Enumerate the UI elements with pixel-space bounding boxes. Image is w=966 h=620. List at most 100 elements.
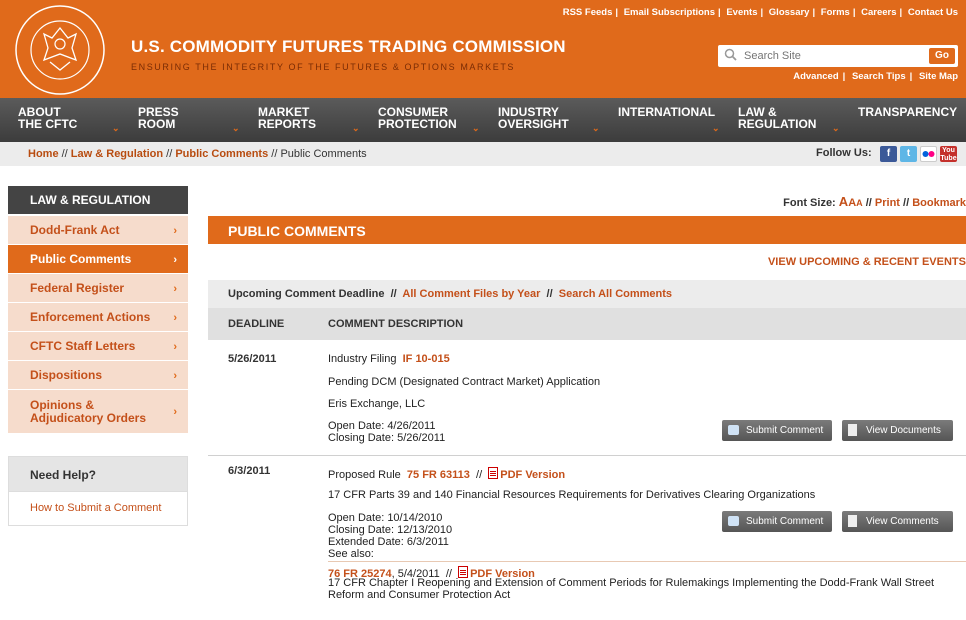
search-all-comments-link[interactable]: Search All Comments (559, 288, 672, 300)
chevron-down-icon: ⌄ (712, 123, 720, 133)
sidebar-item-public-comments[interactable]: Public Comments › (8, 245, 188, 274)
sidebar-item-label: Dispositions (30, 368, 103, 382)
nav-consumer-protection[interactable]: CONSUMER PROTECTION ⌄ (360, 98, 480, 142)
font-size-medium[interactable]: A (848, 197, 856, 209)
comment-icon (728, 516, 739, 526)
row-description: Pending DCM (Designated Contract Market)… (328, 376, 601, 388)
related-description-line-2: Reform and Consumer Protection Act (328, 589, 511, 601)
nav-law-regulation[interactable]: LAW & REGULATION ⌄ (720, 98, 840, 142)
document-icon (848, 515, 857, 527)
search-go-button[interactable]: Go (929, 48, 955, 64)
document-icon (848, 424, 857, 436)
sidebar-item-label: Opinions & Adjudicatory Orders (30, 398, 147, 425)
main-nav: ABOUT THE CFTC ⌄ PRESS ROOM ⌄ MARKET REPOR… (0, 98, 966, 142)
sidebar-item-label: Federal Register (30, 281, 125, 295)
sidebar-item-dispositions[interactable]: Dispositions › (8, 361, 188, 390)
separator: // (865, 197, 872, 209)
nav-about[interactable]: ABOUT THE CFTC ⌄ (0, 98, 120, 142)
row-see-also: See also: (328, 548, 374, 560)
sidebar-item-opinions[interactable]: Opinions & Adjudicatory Orders › (8, 390, 188, 434)
view-upcoming-events-link[interactable]: VIEW UPCOMING & RECENT EVENTS (768, 256, 966, 268)
separator: | (760, 7, 764, 18)
twitter-icon[interactable]: t (900, 146, 917, 162)
pdf-label: PDF Version (500, 469, 566, 481)
pdf-version-link[interactable]: PDF Version (488, 467, 566, 481)
facebook-icon[interactable]: f (880, 146, 897, 162)
breadcrumb-public-comments[interactable]: Public Comments (175, 148, 268, 160)
youtube-icon[interactable]: You Tube (940, 146, 957, 162)
all-comment-files-link[interactable]: All Comment Files by Year (402, 288, 540, 300)
site-header: U.S. COMMODITY FUTURES TRADING COMMISSIO… (0, 0, 966, 98)
row-open-date: Open Date: 4/26/2011 (328, 420, 436, 432)
chevron-down-icon: ⌄ (592, 123, 600, 133)
view-comments-button[interactable]: View Comments (842, 511, 953, 532)
email-subscriptions-link[interactable]: Email Subscriptions (624, 7, 715, 18)
separator: | (812, 7, 816, 18)
table-header: DEADLINE COMMENT DESCRIPTION (208, 308, 966, 340)
nav-label: CONSUMER PROTECTION (378, 105, 457, 131)
row-kind: Proposed Rule (328, 469, 401, 481)
chevron-down-icon: ⌄ (472, 123, 480, 133)
events-link[interactable]: Events (726, 7, 757, 18)
nav-label: TRANSPARENCY (858, 105, 958, 119)
row-type-line: Proposed Rule 75 FR 63113 // PDF Version (328, 466, 565, 481)
search-tips-link[interactable]: Search Tips (852, 71, 906, 82)
advanced-search-link[interactable]: Advanced (793, 71, 838, 82)
sidebar-item-label: Enforcement Actions (30, 310, 151, 324)
bookmark-link[interactable]: Bookmark (912, 197, 966, 209)
breadcrumb-separator: // (268, 148, 281, 160)
submit-comment-button[interactable]: Submit Comment (722, 420, 832, 441)
chevron-right-icon: › (173, 225, 177, 237)
sidebar-item-federal-register[interactable]: Federal Register › (8, 274, 188, 303)
nav-label: INTERNATIONAL (618, 105, 716, 119)
table-row: 6/3/2011 Proposed Rule 75 FR 63113 // PD… (208, 456, 966, 620)
search-input[interactable] (744, 47, 914, 65)
breadcrumb-separator: // (58, 148, 71, 160)
view-documents-button[interactable]: View Documents (842, 420, 953, 441)
sidebar-item-dodd-frank[interactable]: Dodd-Frank Act › (8, 216, 188, 245)
nav-industry-oversight[interactable]: INDUSTRY OVERSIGHT ⌄ (480, 98, 600, 142)
breadcrumb-current: Public Comments (280, 148, 367, 160)
nav-market-reports[interactable]: MARKET REPORTS ⌄ (240, 98, 360, 142)
forms-link[interactable]: Forms (821, 7, 850, 18)
print-link[interactable]: Print (875, 197, 900, 209)
table-row: 5/26/2011 Industry Filing IF 10-015 Pend… (208, 340, 966, 456)
how-to-submit-link[interactable]: How to Submit a Comment (30, 502, 161, 514)
breadcrumb-home[interactable]: Home (28, 148, 59, 160)
site-title[interactable]: U.S. COMMODITY FUTURES TRADING COMMISSIO… (131, 37, 566, 57)
sidebar-item-enforcement-actions[interactable]: Enforcement Actions › (8, 303, 188, 332)
contact-us-link[interactable]: Contact Us (908, 7, 958, 18)
breadcrumb-separator: // (163, 148, 176, 160)
chevron-right-icon: › (173, 254, 177, 266)
utility-links: RSS Feeds | Email Subscriptions | Events | … (563, 7, 958, 18)
careers-link[interactable]: Careers (861, 7, 896, 18)
comment-icon (728, 425, 739, 435)
separator: // (543, 288, 556, 300)
submit-comment-button[interactable]: Submit Comment (722, 511, 832, 532)
row-closing-date: Closing Date: 5/26/2011 (328, 432, 446, 444)
row-closing-date: Closing Date: 12/13/2010 (328, 524, 453, 536)
pdf-icon (488, 467, 499, 479)
separator: | (842, 71, 846, 82)
row-deadline: 6/3/2011 (228, 465, 271, 477)
sidebar-item-label: Public Comments (30, 252, 132, 266)
nav-international[interactable]: INTERNATIONAL ⌄ (600, 98, 720, 142)
rss-feeds-link[interactable]: RSS Feeds (563, 7, 613, 18)
column-header-deadline: DEADLINE (228, 318, 285, 330)
separator: // (387, 288, 400, 300)
font-size-small[interactable]: A (856, 198, 863, 208)
font-size-large[interactable]: A (839, 194, 848, 209)
flickr-icon[interactable] (920, 146, 937, 162)
nav-press-room[interactable]: PRESS ROOM ⌄ (120, 98, 240, 142)
site-map-link[interactable]: Site Map (919, 71, 958, 82)
breadcrumb-law-regulation[interactable]: Law & Regulation (71, 148, 163, 160)
separator: | (909, 71, 913, 82)
filter-current[interactable]: Upcoming Comment Deadline (228, 288, 384, 300)
nav-transparency[interactable]: TRANSPARENCY (840, 98, 966, 142)
row-ref-link[interactable]: IF 10-015 (403, 353, 450, 365)
sidebar-item-staff-letters[interactable]: CFTC Staff Letters › (8, 332, 188, 361)
glossary-link[interactable]: Glossary (769, 7, 810, 18)
cftc-seal-logo[interactable] (14, 4, 106, 96)
search-icon (724, 48, 737, 61)
row-ref-link[interactable]: 75 FR 63113 (407, 469, 470, 481)
